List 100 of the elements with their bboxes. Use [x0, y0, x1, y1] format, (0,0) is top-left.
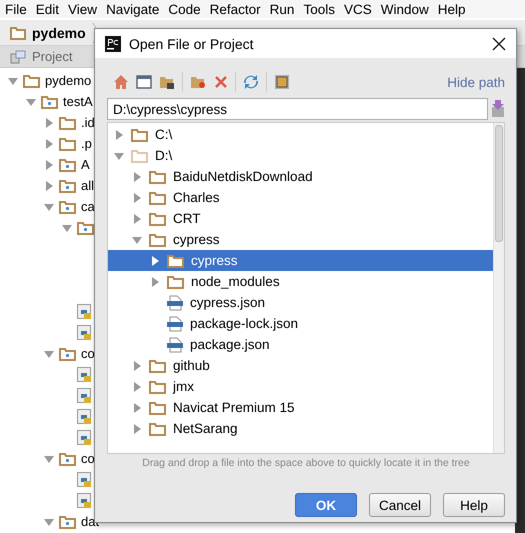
- collapsed-arrow-icon[interactable]: [44, 160, 54, 170]
- module-folder-icon: [77, 220, 94, 234]
- path-field[interactable]: D:\cypress\cypress: [107, 98, 488, 120]
- tree-item-label[interactable]: all: [81, 178, 94, 193]
- module-folder-icon: [59, 346, 76, 360]
- module-folder-icon: [59, 200, 76, 214]
- menu-item[interactable]: Tools: [303, 2, 335, 16]
- folder-icon: [149, 380, 166, 394]
- collapsed-arrow-icon[interactable]: [150, 256, 160, 266]
- hide-path-link[interactable]: Hide path: [447, 74, 505, 90]
- collapsed-arrow-icon[interactable]: [114, 130, 124, 140]
- collapsed-arrow-icon[interactable]: [150, 276, 160, 286]
- expanded-arrow-icon[interactable]: [132, 234, 142, 244]
- close-icon[interactable]: [492, 36, 506, 50]
- menu-item[interactable]: Window: [380, 2, 429, 16]
- folder-icon: [10, 26, 26, 40]
- tree-row[interactable]: BaiduNetdiskDownload: [108, 166, 493, 187]
- module-folder-icon: [59, 452, 76, 466]
- expanded-arrow-icon[interactable]: [44, 454, 54, 464]
- tree-row[interactable]: Navicat Premium 15: [108, 397, 493, 418]
- desktop-icon[interactable]: [136, 74, 152, 90]
- expanded-arrow-icon[interactable]: [62, 222, 72, 232]
- tree-item-label[interactable]: co: [81, 346, 95, 361]
- project-icon: [10, 50, 26, 64]
- expanded-arrow-icon[interactable]: [44, 348, 54, 358]
- python-file-icon: [77, 492, 93, 508]
- expanded-arrow-icon[interactable]: [26, 96, 36, 106]
- dialog-button[interactable]: Help: [443, 493, 505, 517]
- delete-icon[interactable]: [214, 75, 228, 89]
- module-folder-icon: [59, 514, 76, 528]
- hint-text: Drag and drop a file into the space above to quickly locate it in the tree: [141, 457, 471, 469]
- tree-row[interactable]: node_modules: [108, 271, 493, 292]
- tree-row[interactable]: cypress.json: [108, 292, 493, 313]
- breadcrumb-item[interactable]: pydemo: [32, 24, 86, 40]
- tree-row[interactable]: C:\: [108, 124, 493, 145]
- folder-icon: [149, 232, 166, 246]
- tree-row[interactable]: github: [108, 355, 493, 376]
- tree-row[interactable]: package-lock.json: [108, 313, 493, 334]
- dialog-title: Open File or Project: [129, 36, 254, 52]
- tree-row[interactable]: jmx: [108, 376, 493, 397]
- tree-item-label[interactable]: co: [81, 451, 95, 466]
- menu-item[interactable]: Run: [270, 2, 294, 16]
- python-file-icon: [77, 366, 93, 382]
- tree-item-label[interactable]: testA: [63, 94, 93, 109]
- python-file-icon: [77, 324, 93, 340]
- scrollbar-thumb[interactable]: [495, 125, 503, 242]
- collapsed-arrow-icon[interactable]: [132, 382, 142, 392]
- python-file-icon: [77, 304, 93, 320]
- expanded-arrow-icon[interactable]: [114, 150, 124, 160]
- collapsed-arrow-icon[interactable]: [132, 214, 142, 224]
- collapsed-arrow-icon[interactable]: [132, 360, 142, 370]
- tool-window-title[interactable]: Project: [32, 49, 72, 64]
- hidden-files-icon[interactable]: [274, 74, 290, 90]
- module-folder-icon: [41, 94, 58, 108]
- tree-item-label[interactable]: A: [81, 157, 90, 172]
- folder-icon: [167, 274, 184, 288]
- tree-item-label[interactable]: ca: [81, 199, 95, 214]
- tree-row[interactable]: CRT: [108, 208, 493, 229]
- dialog-button[interactable]: OK: [295, 493, 357, 517]
- download-icon[interactable]: [491, 100, 505, 118]
- tree-item-label[interactable]: .p: [81, 136, 92, 151]
- collapsed-arrow-icon[interactable]: [132, 402, 142, 412]
- expanded-arrow-icon[interactable]: [8, 76, 18, 86]
- tree-row[interactable]: Charles: [108, 187, 493, 208]
- menu-item[interactable]: VCS: [344, 2, 372, 16]
- tree-row[interactable]: cypress: [108, 229, 493, 250]
- menu-item[interactable]: Refactor: [210, 2, 261, 16]
- collapsed-arrow-icon[interactable]: [44, 138, 54, 148]
- folder-icon[interactable]: [159, 74, 175, 90]
- menu-item[interactable]: Help: [438, 2, 466, 16]
- collapsed-arrow-icon[interactable]: [132, 172, 142, 182]
- folder-icon: [149, 212, 166, 226]
- dialog-button[interactable]: Cancel: [369, 493, 431, 517]
- menu-item[interactable]: Edit: [36, 2, 60, 16]
- tree-row[interactable]: D:\: [108, 145, 493, 166]
- tree-item-label[interactable]: .id: [81, 115, 95, 130]
- collapsed-arrow-icon[interactable]: [44, 118, 54, 128]
- menu-item[interactable]: Navigate: [106, 2, 160, 16]
- folder-icon: [23, 74, 40, 88]
- collapsed-arrow-icon[interactable]: [132, 192, 142, 202]
- tree-row[interactable]: NetSarang: [108, 418, 493, 439]
- collapsed-arrow-icon[interactable]: [44, 180, 54, 190]
- python-file-icon: [77, 388, 93, 404]
- collapsed-arrow-icon[interactable]: [132, 424, 142, 434]
- home-icon[interactable]: [113, 74, 129, 90]
- tree-row[interactable]: package.json: [108, 334, 493, 355]
- expanded-arrow-icon[interactable]: [44, 516, 54, 526]
- menu-item[interactable]: Code: [168, 2, 201, 16]
- drive-folder-icon: [131, 148, 148, 162]
- menu-item[interactable]: View: [68, 2, 98, 16]
- new-folder-icon[interactable]: [190, 74, 207, 90]
- refresh-icon[interactable]: [243, 74, 259, 90]
- tree-item-label[interactable]: pydemo: [45, 73, 92, 88]
- app-logo-icon: [105, 36, 121, 52]
- scrollbar[interactable]: [493, 123, 504, 453]
- folder-icon: [167, 254, 184, 268]
- tree-row[interactable]: cypress: [108, 250, 493, 271]
- expanded-arrow-icon[interactable]: [44, 202, 54, 212]
- python-file-icon: [77, 430, 93, 446]
- menu-item[interactable]: File: [5, 2, 27, 16]
